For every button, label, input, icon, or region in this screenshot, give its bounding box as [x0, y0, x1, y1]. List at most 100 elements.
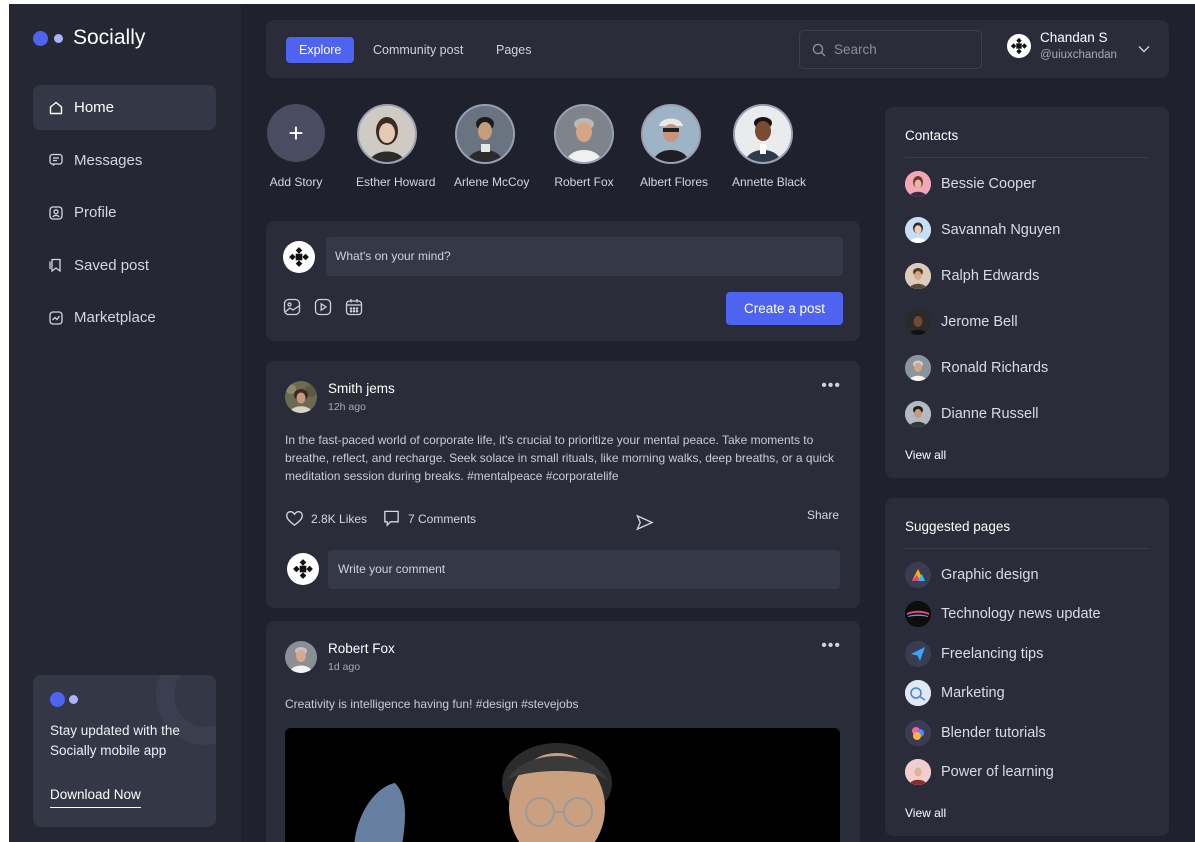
app-window: Socially Home Messages Profile Saved pos…	[9, 4, 1195, 842]
contact-item[interactable]: Jerome Bell	[905, 309, 1018, 335]
story-label: Esther Howard	[356, 175, 436, 189]
brand-logo[interactable]: Socially	[33, 26, 145, 50]
avatar-image	[905, 217, 931, 243]
contacts-title: Contacts	[905, 128, 959, 143]
page-name: Blender tutorials	[941, 725, 1046, 741]
avatar-image	[285, 381, 317, 413]
post-text: Creativity is intelligence having fun! #…	[285, 697, 579, 711]
story-label: Annette Black	[732, 175, 807, 189]
avatar-image	[905, 401, 931, 427]
post-text: In the fast-paced world of corporate lif…	[285, 433, 834, 483]
sidebar-item-home[interactable]: Home	[33, 85, 216, 130]
heart-icon	[286, 510, 303, 526]
plus-icon: +	[288, 118, 304, 148]
likes-count: 2.8K Likes	[311, 511, 368, 526]
contact-item[interactable]: Dianne Russell	[905, 401, 1039, 427]
page-item[interactable]: Freelancing tips	[905, 641, 1043, 667]
story-item[interactable]: Annette Black	[732, 104, 807, 189]
page-item[interactable]: Power of learning	[905, 759, 1054, 785]
sidebar-item-label: Marketplace	[74, 309, 156, 326]
comment-input[interactable]: Write your comment	[328, 550, 840, 589]
search-input[interactable]: Search	[799, 30, 982, 69]
more-options-icon[interactable]: •••	[821, 377, 841, 395]
contact-name: Ralph Edwards	[941, 268, 1040, 284]
sidebar-item-label: Profile	[74, 204, 117, 221]
post-author-avatar[interactable]	[285, 641, 317, 673]
contact-name: Bessie Cooper	[941, 176, 1037, 192]
page-item[interactable]: Technology news update	[905, 601, 1101, 627]
send-button[interactable]	[635, 513, 661, 532]
story-label: Add Story	[269, 175, 323, 189]
calendar-icon[interactable]	[345, 298, 363, 316]
avatar-image	[905, 171, 931, 197]
page-name: Technology news update	[941, 606, 1101, 622]
post-author-name[interactable]: Robert Fox	[328, 641, 395, 656]
sidebar-item-messages[interactable]: Messages	[33, 138, 216, 183]
tab-community-post[interactable]: Community post	[373, 37, 463, 63]
sidebar-nav: Home Messages Profile Saved post Marketp…	[33, 85, 216, 348]
page-avatar	[905, 562, 931, 588]
download-now-link[interactable]: Download Now	[50, 787, 141, 808]
post-author-name[interactable]: Smith jems	[328, 381, 395, 396]
avatar-image	[735, 106, 791, 162]
sidebar-item-saved-post[interactable]: Saved post	[33, 243, 216, 288]
search-icon	[812, 43, 826, 56]
marketplace-icon	[49, 310, 63, 325]
image-icon[interactable]	[283, 298, 301, 316]
story-avatar	[455, 104, 515, 164]
story-item[interactable]: Esther Howard	[356, 104, 436, 189]
page-avatar	[905, 759, 931, 785]
share-button[interactable]: Share	[807, 508, 839, 522]
user-info: Chandan S @uiuxchandan	[1040, 30, 1117, 61]
contact-item[interactable]: Ralph Edwards	[905, 263, 1039, 289]
blender-icon	[905, 720, 931, 746]
promo-logo	[50, 692, 78, 707]
suggested-view-all-link[interactable]: View all	[905, 806, 946, 820]
more-options-icon[interactable]: •••	[821, 637, 841, 655]
chevron-down-icon[interactable]	[1137, 42, 1151, 56]
video-icon[interactable]	[314, 298, 332, 316]
logo-dot-large	[50, 692, 65, 707]
user-handle: @uiuxchandan	[1040, 49, 1117, 61]
create-post-button[interactable]: Create a post	[726, 292, 843, 325]
page-avatar	[905, 641, 931, 667]
story-item[interactable]: Arlene McCoy	[454, 104, 529, 189]
tab-pages[interactable]: Pages	[496, 37, 531, 63]
contact-name: Dianne Russell	[941, 406, 1039, 422]
contact-item[interactable]: Bessie Cooper	[905, 171, 1036, 197]
like-button[interactable]: 2.8K Likes	[285, 509, 367, 528]
story-add[interactable]: + Add Story	[267, 104, 325, 189]
avatar-image	[905, 309, 931, 335]
story-item[interactable]: Albert Flores	[640, 104, 708, 189]
page-item[interactable]: Blender tutorials	[905, 720, 1046, 746]
avatar-image	[285, 641, 317, 673]
composer-avatar	[283, 241, 315, 273]
contact-item[interactable]: Savannah Nguyen	[905, 217, 1060, 243]
story-item[interactable]: Robert Fox	[553, 104, 615, 189]
tab-explore[interactable]: Explore	[286, 37, 355, 63]
profile-icon	[49, 205, 63, 220]
post-author-avatar[interactable]	[285, 381, 317, 413]
contact-name: Savannah Nguyen	[941, 222, 1061, 238]
sidebar-item-profile[interactable]: Profile	[33, 190, 216, 235]
sidebar-item-marketplace[interactable]: Marketplace	[33, 295, 216, 340]
post-card: Smith jems 12h ago ••• In the fast-paced…	[266, 361, 860, 608]
bookmark-icon	[49, 258, 61, 273]
divider	[905, 548, 1149, 549]
post-input[interactable]: What's on your mind?	[326, 237, 843, 276]
user-menu[interactable]: Chandan S @uiuxchandan	[1007, 30, 1150, 61]
story-avatar	[641, 104, 701, 164]
post-photo	[285, 728, 840, 842]
contacts-view-all-link[interactable]: View all	[905, 448, 946, 462]
post-image[interactable]	[285, 728, 840, 842]
story-avatar	[733, 104, 793, 164]
page-item[interactable]: Graphic design	[905, 562, 1039, 588]
brand-mark-icon	[1010, 37, 1028, 54]
add-story-button[interactable]: +	[267, 104, 325, 162]
contact-item[interactable]: Ronald Richards	[905, 355, 1048, 381]
comment-button[interactable]: 7 Comments	[382, 509, 476, 528]
suggested-pages-panel: Suggested pages Graphic design Technolog…	[885, 498, 1169, 836]
composer-attachments	[283, 298, 363, 316]
search-placeholder: Search	[834, 42, 877, 57]
page-item[interactable]: Marketing	[905, 680, 1005, 706]
